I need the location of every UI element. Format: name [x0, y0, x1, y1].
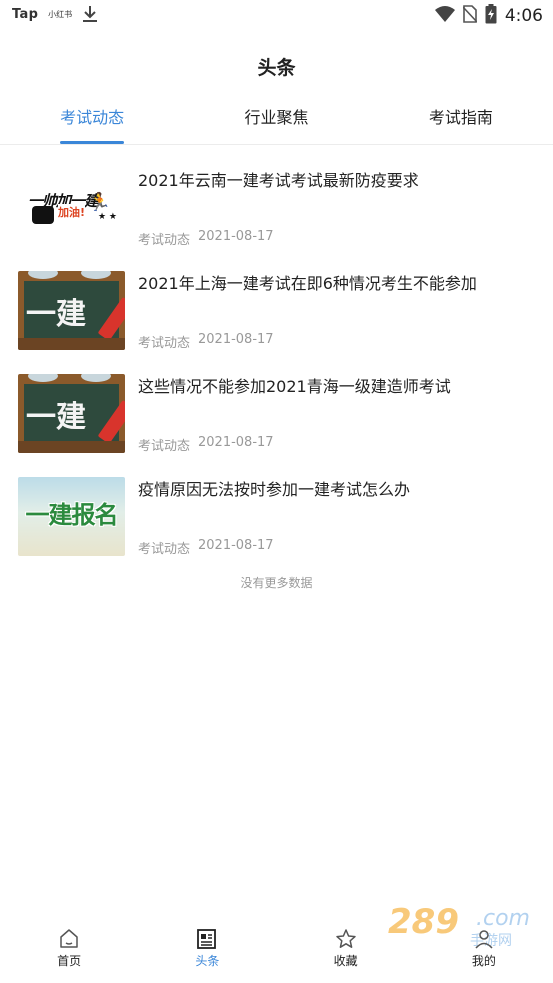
nav-profile-label: 我的: [471, 954, 496, 968]
article-category: 考试动态: [138, 233, 191, 248]
no-sim-icon: [462, 5, 478, 27]
category-tabs: 考试动态 行业聚焦 考试指南: [0, 98, 553, 144]
article-thumbnail: 一建报名: [18, 477, 125, 556]
list-item[interactable]: 一建 2021年上海一建考试在即6种情况考生不能参加 考试动态 2021-08-…: [0, 263, 553, 366]
thumbnail-banner-text: 一建报名: [25, 501, 119, 529]
thumbnail-cheer-text: 加油!: [58, 204, 86, 220]
article-title: 2021年上海一建考试在即6种情况考生不能参加: [138, 274, 477, 293]
article-date: 2021-08-17: [198, 435, 274, 450]
article-date: 2021-08-17: [198, 538, 274, 553]
status-time: 4:06: [504, 6, 543, 26]
star-icon: [335, 928, 357, 950]
status-bar: Tap 小红书 4:06: [0, 0, 553, 30]
home-icon: [58, 928, 80, 950]
list-item[interactable]: 一建 这些情况不能参加2021青海一级建造师考试 考试动态 2021-08-17: [0, 366, 553, 469]
nav-favorites-label: 收藏: [333, 954, 358, 968]
battery-charging-icon: [485, 4, 497, 28]
tab-industry-focus[interactable]: 行业聚焦: [184, 98, 368, 144]
article-date: 2021-08-17: [198, 229, 274, 244]
article-category: 考试动态: [138, 542, 191, 557]
article-meta: 考试动态 2021-08-17: [138, 229, 274, 248]
article-meta: 考试动态 2021-08-17: [138, 332, 274, 351]
list-item[interactable]: 一建报名 疫情原因无法按时参加一建考试怎么办 考试动态 2021-08-17: [0, 469, 553, 572]
nav-home[interactable]: 首页: [0, 920, 138, 983]
news-icon: [196, 928, 218, 950]
article-meta: 考试动态 2021-08-17: [138, 538, 274, 557]
article-meta: 考试动态 2021-08-17: [138, 435, 274, 454]
thumbnail-chalk-text: 一建: [26, 400, 86, 435]
list-end-text: 没有更多数据: [240, 576, 313, 590]
article-category: 考试动态: [138, 336, 191, 351]
runner-icon: 🏃: [88, 192, 111, 213]
article-title: 疫情原因无法按时参加一建考试怎么办: [138, 480, 411, 499]
nav-profile[interactable]: 我的: [415, 920, 553, 983]
tab-exam-news[interactable]: 考试动态: [0, 98, 184, 144]
xiaohongshu-app-indicator: 小红书: [48, 9, 73, 19]
wifi-icon: [434, 6, 455, 26]
tabs-divider: [0, 144, 553, 145]
user-icon: [473, 928, 495, 950]
thumbnail-chalk-text: 一建: [26, 297, 86, 332]
article-thumbnail: 一建: [18, 374, 125, 453]
article-list: 一帅加一建 加油! 🏃 ★ ★ 2021年云南一建考试考试最新防疫要求 考试动态…: [0, 160, 553, 572]
nav-favorites[interactable]: 收藏: [277, 920, 415, 983]
article-date: 2021-08-17: [198, 332, 274, 347]
tab-exam-guide[interactable]: 考试指南: [369, 98, 553, 144]
nav-news-label: 头条: [195, 954, 220, 968]
article-thumbnail: 一帅加一建 加油! 🏃 ★ ★: [18, 168, 125, 247]
stars-icon: ★ ★: [98, 212, 117, 222]
article-title: 2021年云南一建考试考试最新防疫要求: [138, 171, 419, 190]
fist-icon: [32, 206, 54, 224]
article-title: 这些情况不能参加2021青海一级建造师考试: [138, 377, 451, 396]
nav-home-label: 首页: [57, 954, 82, 968]
nav-news[interactable]: 头条: [138, 920, 276, 983]
article-thumbnail: 一建: [18, 271, 125, 350]
download-icon: [82, 5, 98, 23]
page-title: 头条: [257, 57, 296, 79]
list-item[interactable]: 一帅加一建 加油! 🏃 ★ ★ 2021年云南一建考试考试最新防疫要求 考试动态…: [0, 160, 553, 263]
tap-app-indicator: Tap: [12, 6, 39, 22]
article-category: 考试动态: [138, 439, 191, 454]
bottom-navigation: 首页 头条 收藏 我的: [0, 920, 553, 983]
